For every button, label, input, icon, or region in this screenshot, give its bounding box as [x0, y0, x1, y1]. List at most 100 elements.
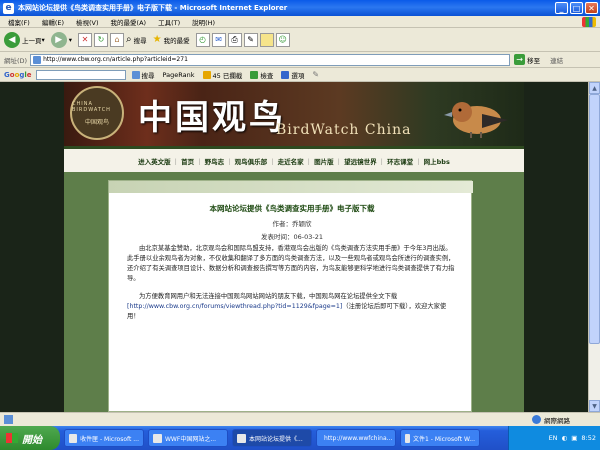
messenger-icon[interactable]: ☺: [275, 32, 290, 47]
google-logo[interactable]: Google: [4, 71, 32, 79]
menubar: 檔案(F) 編輯(E) 檢視(V) 我的最愛(A) 工具(T) 說明(H): [0, 16, 600, 28]
links-label[interactable]: 連結: [550, 55, 563, 65]
google-search-button[interactable]: 搜尋: [131, 70, 155, 80]
site-banner: CHINA BIRDWATCH 中国观鸟 中国观鸟 BirdWatch Chin…: [64, 82, 524, 146]
task-label: WWF中国网站之...: [165, 435, 217, 443]
bird-image: [444, 102, 508, 138]
scroll-up-icon[interactable]: ▲: [589, 82, 600, 94]
folder-icon[interactable]: [259, 32, 274, 47]
back-button[interactable]: ◀ 上一頁 ▾: [4, 31, 45, 48]
menu-help[interactable]: 說明(H): [192, 17, 215, 27]
refresh-icon[interactable]: ↻: [94, 32, 109, 47]
search-icon: ⌕: [126, 34, 132, 45]
content-area: 本网站论坛提供《鸟类调查实用手册》电子版下载 作者：乔颖欣 发表时间：06-03…: [64, 172, 524, 412]
menu-file[interactable]: 檔案(F): [8, 17, 30, 27]
status-bar: 網際網路: [0, 412, 600, 426]
menu-edit[interactable]: 編輯(E): [42, 17, 64, 27]
edit-icon[interactable]: ✎: [243, 32, 258, 47]
nav-banding[interactable]: 环志课堂: [387, 156, 413, 166]
article-title: 本网站论坛提供《鸟类调查实用手册》电子版下载: [209, 204, 375, 213]
go-arrow-icon: →: [514, 54, 526, 65]
globe-icon: [532, 415, 541, 424]
start-label: 開始: [22, 434, 42, 446]
vertical-scrollbar[interactable]: ▲ ▼: [588, 82, 600, 412]
forum-download-link[interactable]: [http://www.cbw.org.cn/forums/viewthread…: [127, 303, 342, 310]
security-zone: 網際網路: [532, 415, 570, 425]
task-word[interactable]: 文件1 - Microsoft W...: [400, 429, 480, 447]
nav-wild-birds[interactable]: 野鸟志: [205, 156, 225, 166]
site-nav: 进入英文版｜ 首页｜ 野鸟志｜ 观鸟俱乐部｜ 走近名家｜ 图片版｜ 望远镜世界｜…: [64, 146, 524, 172]
home-icon[interactable]: ⌂: [110, 32, 125, 47]
task-label: http://www.wwfchina...: [324, 434, 393, 442]
menu-view[interactable]: 檢視(V): [76, 17, 99, 27]
nav-club[interactable]: 观鸟俱乐部: [235, 156, 268, 166]
search-button[interactable]: ⌕ 搜尋: [126, 34, 147, 45]
forward-button[interactable]: ▶ ▾: [50, 31, 72, 48]
scrollbar-thumb[interactable]: [589, 94, 600, 344]
toolbar: ◀ 上一頁 ▾ ▶ ▾ ✕ ↻ ⌂ ⌕ 搜尋 ★ 我的最愛 ◴ ✉ ⎙ ✎ ☺: [0, 28, 600, 52]
options-button[interactable]: 選項: [281, 70, 304, 80]
ie-icon: [237, 433, 246, 443]
task-wwf[interactable]: WWF中国网站之...: [148, 429, 228, 447]
window-title: 本网站论坛提供《鸟类调查实用手册》电子版下载 - Microsoft Inter…: [18, 4, 288, 12]
menu-favorites[interactable]: 我的最愛(A): [111, 17, 147, 27]
spellcheck-label: 檢查: [260, 71, 274, 80]
google-search-input[interactable]: [35, 69, 126, 80]
search-label: 搜尋: [133, 36, 147, 45]
favorites-button[interactable]: ★ 我的最愛: [153, 34, 190, 45]
windows-logo-icon: [582, 17, 596, 27]
logo-text-en: CHINA BIRDWATCH: [72, 100, 111, 113]
outlook-icon: [69, 433, 78, 443]
system-tray: EN ◐ ▣ 8:52: [508, 426, 600, 450]
menu-tools[interactable]: 工具(T): [158, 17, 180, 27]
task-label: 本网站论坛提供《...: [249, 435, 303, 443]
task-outlook[interactable]: 收件匣 - Microsoft ...: [64, 429, 144, 447]
nav-gallery[interactable]: 图片版: [314, 156, 334, 166]
task-label: 收件匣 - Microsoft ...: [80, 435, 139, 443]
pagerank-meter: PageRank: [163, 71, 195, 79]
nav-home[interactable]: 首页: [181, 156, 194, 166]
scroll-down-icon[interactable]: ▼: [589, 400, 600, 412]
mail-icon[interactable]: ✉: [211, 32, 226, 47]
panel-header-decoration: [109, 181, 473, 193]
logo-text-zh: 中国观鸟: [84, 118, 109, 126]
maximize-button[interactable]: □: [570, 2, 583, 14]
article-paragraph-2: 为方便教育网用户和无法连接中国观鸟网站网站的朋友下载，中国观鸟网在论坛提供全文下…: [127, 292, 457, 322]
volume-icon[interactable]: ◐: [562, 434, 568, 442]
window-titlebar: e 本网站论坛提供《鸟类调查实用手册》电子版下载 - Microsoft Int…: [0, 0, 600, 16]
clock[interactable]: 8:52: [581, 434, 596, 442]
language-indicator[interactable]: EN: [549, 434, 558, 442]
nav-bbs[interactable]: 网上bbs: [424, 156, 450, 166]
nav-experts[interactable]: 走近名家: [278, 156, 304, 166]
address-input[interactable]: http://www.cbw.org.cn/article.php?articl…: [30, 53, 511, 66]
google-search-icon: [131, 70, 140, 79]
address-url: http://www.cbw.org.cn/article.php?articl…: [43, 56, 188, 63]
popup-blocker-icon: [202, 70, 211, 79]
history-icon[interactable]: ◴: [195, 32, 210, 47]
nav-english[interactable]: 进入英文版: [138, 156, 171, 166]
go-button[interactable]: → 移至: [514, 54, 540, 65]
web-page: CHINA BIRDWATCH 中国观鸟 中国观鸟 BirdWatch Chin…: [64, 82, 524, 412]
minimize-button[interactable]: _: [555, 2, 568, 14]
network-icon[interactable]: ▣: [571, 434, 577, 442]
popup-blocker-button[interactable]: 45 已攔截: [202, 70, 243, 80]
site-logo[interactable]: CHINA BIRDWATCH 中国观鸟: [70, 86, 124, 140]
forward-arrow-icon: ▶: [50, 31, 67, 48]
print-icon[interactable]: ⎙: [227, 32, 242, 47]
pencil-icon[interactable]: ✎: [312, 70, 319, 79]
popup-blocked-count: 45 已攔截: [212, 71, 243, 80]
nav-telescopes[interactable]: 望远镜世界: [344, 156, 377, 166]
stop-icon[interactable]: ✕: [78, 32, 93, 47]
ie-icon: [153, 433, 162, 443]
back-label: 上一頁: [22, 36, 42, 45]
pagerank-label: PageRank: [162, 70, 195, 79]
start-button[interactable]: 開始: [0, 426, 60, 450]
close-button[interactable]: ✕: [585, 2, 598, 14]
page-done-icon: [4, 415, 13, 424]
task-wwfchina[interactable]: http://www.wwfchina...: [316, 429, 396, 447]
task-current-page[interactable]: 本网站论坛提供《...: [232, 429, 312, 447]
word-icon: [405, 433, 411, 443]
options-label: 選項: [291, 71, 305, 80]
spellcheck-button[interactable]: 檢查: [250, 70, 273, 80]
favorites-label: 我的最愛: [163, 36, 190, 45]
